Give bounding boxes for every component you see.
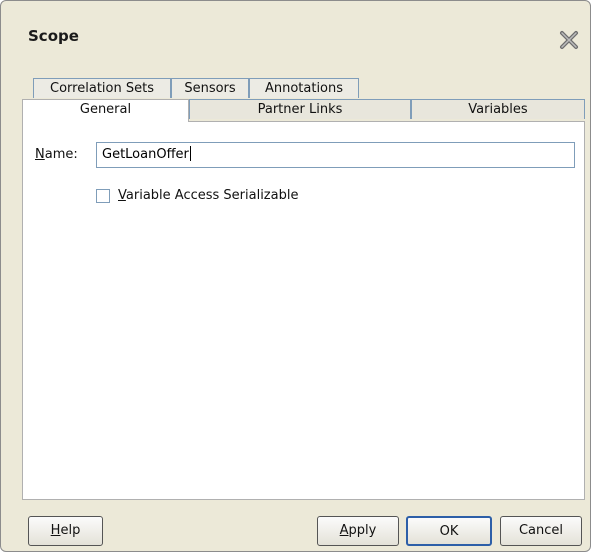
text-caret: [189, 146, 191, 161]
checkbox-label-mnemonic: V: [118, 188, 126, 203]
scope-dialog: Scope Correlation Sets Sensors Annotatio…: [0, 0, 591, 552]
name-field-value: GetLoanOffer: [102, 147, 189, 162]
name-label-rest: ame:: [44, 147, 78, 162]
apply-mnemonic: A: [339, 523, 349, 538]
tab-label: Sensors: [184, 81, 236, 96]
tab-correlation-sets[interactable]: Correlation Sets: [33, 78, 171, 98]
tab-label: Partner Links: [257, 102, 343, 117]
tab-label: Correlation Sets: [50, 81, 154, 96]
tab-panel-general: [22, 121, 585, 500]
ok-label: OK: [439, 524, 459, 539]
dialog-title: Scope: [28, 27, 79, 45]
help-mnemonic: H: [50, 523, 61, 538]
tab-annotations[interactable]: Annotations: [249, 78, 359, 98]
name-field[interactable]: GetLoanOffer: [96, 142, 575, 168]
tab-sensors[interactable]: Sensors: [171, 78, 249, 98]
name-label: Name:: [35, 147, 78, 162]
tab-general[interactable]: General: [22, 99, 189, 122]
help-button[interactable]: Help: [28, 516, 103, 546]
checkbox-label-rest: ariable Access Serializable: [125, 188, 299, 203]
tab-variables[interactable]: Variables: [411, 99, 585, 119]
tab-partner-links[interactable]: Partner Links: [189, 99, 411, 119]
apply-rest: pply: [348, 523, 377, 538]
tab-label: Annotations: [264, 81, 344, 96]
name-label-mnemonic: N: [35, 147, 45, 162]
cancel-label: Cancel: [518, 523, 564, 538]
variable-access-serializable-label[interactable]: Variable Access Serializable: [118, 188, 298, 203]
cancel-button[interactable]: Cancel: [500, 516, 582, 546]
close-icon[interactable]: [558, 29, 580, 51]
tab-label: Variables: [468, 102, 528, 117]
help-rest: elp: [60, 523, 81, 538]
tab-label: General: [79, 102, 132, 117]
apply-button[interactable]: Apply: [317, 516, 399, 546]
variable-access-serializable-checkbox[interactable]: [96, 189, 110, 203]
ok-button[interactable]: OK: [406, 516, 492, 546]
